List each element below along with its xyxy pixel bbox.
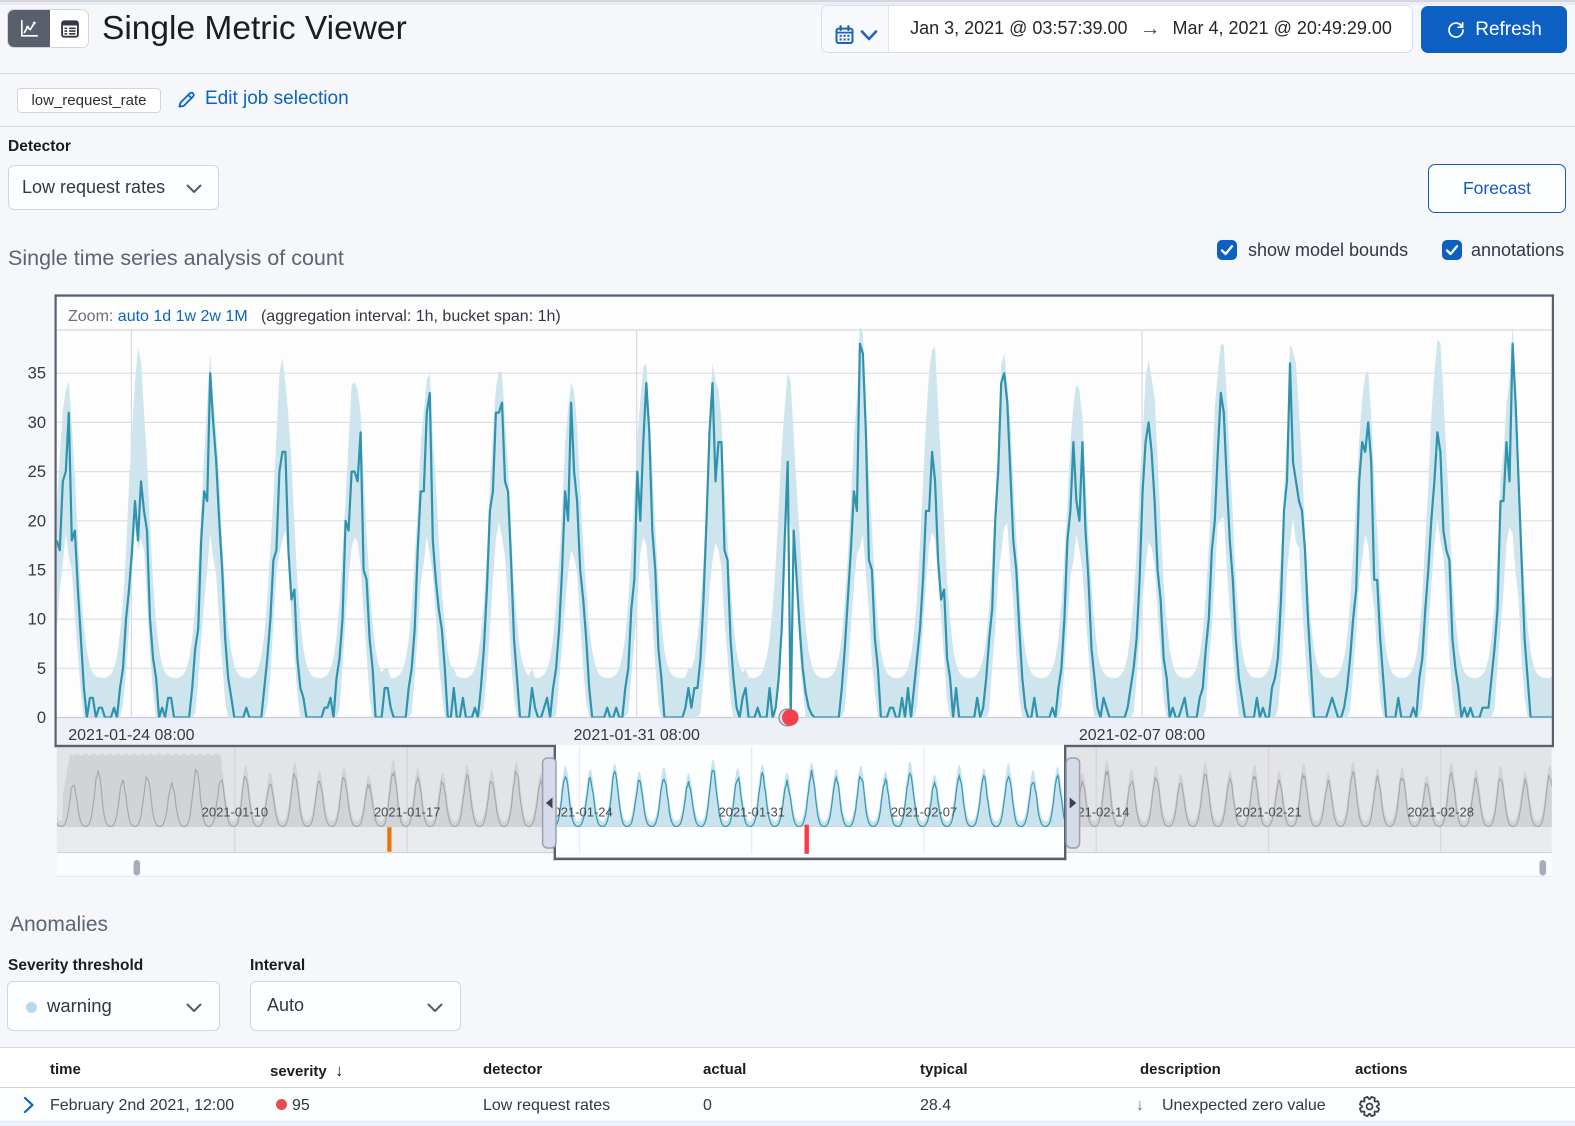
svg-text:30: 30: [28, 414, 46, 432]
svg-text:35: 35: [28, 365, 46, 383]
svg-text:2021-01-31 08:00: 2021-01-31 08:00: [574, 727, 700, 744]
svg-text:2021-02-07 08:00: 2021-02-07 08:00: [1079, 727, 1205, 744]
svg-text:25: 25: [28, 463, 46, 481]
svg-text:5: 5: [37, 660, 46, 678]
svg-text:20: 20: [28, 512, 46, 530]
svg-text:15: 15: [28, 562, 46, 580]
svg-text:2021-02-21: 2021-02-21: [1235, 805, 1302, 820]
svg-text:2021-01-31: 2021-01-31: [718, 805, 785, 820]
svg-text:10: 10: [28, 611, 46, 629]
svg-text:2021-01-17: 2021-01-17: [374, 805, 441, 820]
svg-text:2021-02-28: 2021-02-28: [1407, 805, 1474, 820]
svg-text:2021-01-24 08:00: 2021-01-24 08:00: [68, 727, 194, 744]
svg-text:Zoom: auto 1d 1w 2w 1M (aggr: Zoom: auto 1d 1w 2w 1M (aggregation inte…: [68, 308, 561, 325]
svg-text:2021-01-10: 2021-01-10: [202, 805, 269, 820]
svg-text:0: 0: [37, 709, 46, 727]
svg-text:2021-02-07: 2021-02-07: [891, 805, 958, 820]
